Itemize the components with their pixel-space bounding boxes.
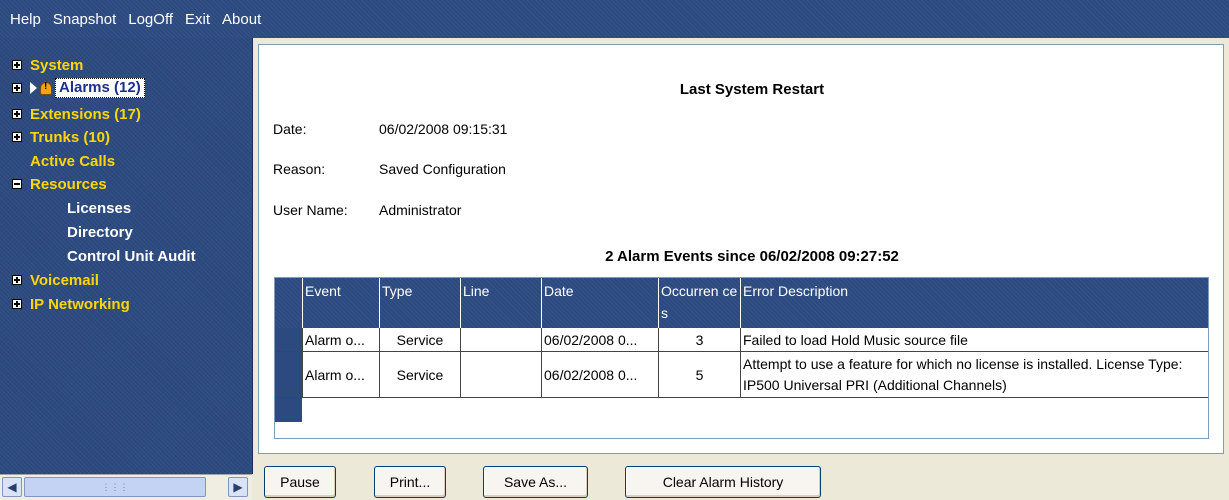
alarm-events-table: Event Type Line Date Occurren ces Error …: [274, 277, 1209, 439]
save-as-button[interactable]: Save As...: [483, 466, 588, 498]
table-row[interactable]: Alarm o... Service 06/02/2008 0... 3 Fai…: [275, 328, 1208, 352]
tree-item-extensions[interactable]: Extensions (17): [12, 104, 141, 124]
cell-event: Alarm o...: [302, 328, 379, 351]
arrow-icon: [30, 82, 37, 94]
menu-snapshot[interactable]: Snapshot: [53, 11, 116, 28]
tree-item-label: Trunks (10): [30, 128, 111, 146]
column-header-error-description[interactable]: Error Description: [740, 278, 1208, 328]
tree-item-label: Directory: [67, 223, 133, 241]
username-label: User Name:: [273, 202, 348, 218]
expand-icon[interactable]: [12, 132, 22, 142]
collapse-icon[interactable]: [12, 179, 22, 189]
tree-item-alarms[interactable]: Alarms (12): [12, 78, 145, 98]
date-label: Date:: [273, 121, 307, 137]
cell-type: Service: [379, 328, 460, 351]
page-title: Last System Restart: [679, 81, 825, 98]
tree-item-ip-networking[interactable]: IP Networking: [12, 294, 130, 314]
scroll-left-icon[interactable]: ◀: [2, 477, 22, 497]
save-as-button-label: Save As...: [503, 473, 568, 490]
cell-date: 06/02/2008 0...: [541, 352, 658, 397]
alarm-events-heading: 2 Alarm Events since 06/02/2008 09:27:52: [605, 248, 899, 265]
expand-icon[interactable]: [12, 275, 22, 285]
tree-item-label: Resources: [30, 175, 107, 193]
pause-button[interactable]: Pause: [264, 466, 336, 498]
menu-bar: Help Snapshot LogOff Exit About: [0, 0, 1229, 38]
menu-exit[interactable]: Exit: [185, 11, 210, 28]
tree-item-control-unit-audit[interactable]: Control Unit Audit: [67, 246, 196, 266]
menu-logoff[interactable]: LogOff: [128, 11, 173, 28]
menu-help[interactable]: Help: [10, 11, 41, 28]
tree-item-label: Active Calls: [30, 152, 116, 170]
column-header-type[interactable]: Type: [379, 278, 460, 328]
cell-event: Alarm o...: [302, 352, 379, 397]
tree-item-label: Extensions (17): [30, 105, 141, 123]
tree-item-directory[interactable]: Directory: [67, 222, 133, 242]
tree-item-label: Control Unit Audit: [67, 247, 196, 265]
restart-info-panel: Last System Restart Date: 06/02/2008 09:…: [258, 44, 1224, 454]
tree-item-label: IP Networking: [30, 295, 130, 313]
tree-item-label: System: [30, 56, 84, 74]
username-value: Administrator: [379, 202, 462, 218]
cell-occurrences: 3: [658, 328, 740, 351]
tree-item-label: Voicemail: [30, 271, 99, 289]
column-header-event[interactable]: Event: [302, 278, 379, 328]
menu-about[interactable]: About: [222, 11, 261, 28]
bell-icon: [40, 81, 52, 95]
sidebar-horizontal-scrollbar[interactable]: ◀ ⋮⋮⋮ ▶: [0, 474, 252, 500]
column-header-line[interactable]: Line: [460, 278, 541, 328]
navigation-tree: System Alarms (12) Extensions (17) Trunk…: [0, 38, 253, 474]
column-header-occurrences[interactable]: Occurren ces: [658, 278, 740, 328]
tree-item-resources[interactable]: Resources: [12, 174, 107, 194]
reason-value: Saved Configuration: [379, 161, 506, 177]
cell-error-description: Failed to load Hold Music source file: [740, 328, 1208, 351]
cell-date: 06/02/2008 0...: [541, 328, 658, 351]
expand-icon[interactable]: [12, 109, 22, 119]
tree-item-trunks[interactable]: Trunks (10): [12, 127, 110, 147]
expand-icon[interactable]: [12, 299, 22, 309]
tree-item-licenses[interactable]: Licenses: [67, 198, 131, 218]
cell-occurrences: 5: [658, 352, 740, 397]
tree-item-label: Alarms (12): [55, 78, 145, 98]
cell-line: [460, 328, 541, 351]
tree-item-system[interactable]: System: [12, 55, 83, 75]
table-row[interactable]: Alarm o... Service 06/02/2008 0... 5 Att…: [275, 352, 1208, 398]
tree-item-active-calls[interactable]: Active Calls: [30, 151, 115, 171]
expand-icon[interactable]: [12, 83, 22, 93]
date-value: 06/02/2008 09:15:31: [379, 121, 508, 137]
cell-error-description: Attempt to use a feature for which no li…: [740, 352, 1208, 397]
scrollbar-thumb[interactable]: ⋮⋮⋮: [24, 477, 206, 497]
cell-line: [460, 352, 541, 397]
pause-button-label: Pause: [280, 473, 320, 490]
reason-label: Reason:: [273, 161, 326, 177]
column-header-date[interactable]: Date: [541, 278, 658, 328]
tree-item-voicemail[interactable]: Voicemail: [12, 270, 99, 290]
tree-item-label: Licenses: [67, 199, 132, 217]
clear-alarm-history-button-label: Clear Alarm History: [662, 473, 784, 490]
print-button[interactable]: Print...: [374, 466, 446, 498]
scroll-right-icon[interactable]: ▶: [228, 477, 248, 497]
table-header: Event Type Line Date Occurren ces Error …: [275, 278, 1208, 328]
expand-icon[interactable]: [12, 60, 22, 70]
cell-type: Service: [379, 352, 460, 397]
print-button-label: Print...: [389, 473, 431, 490]
clear-alarm-history-button[interactable]: Clear Alarm History: [625, 466, 821, 498]
